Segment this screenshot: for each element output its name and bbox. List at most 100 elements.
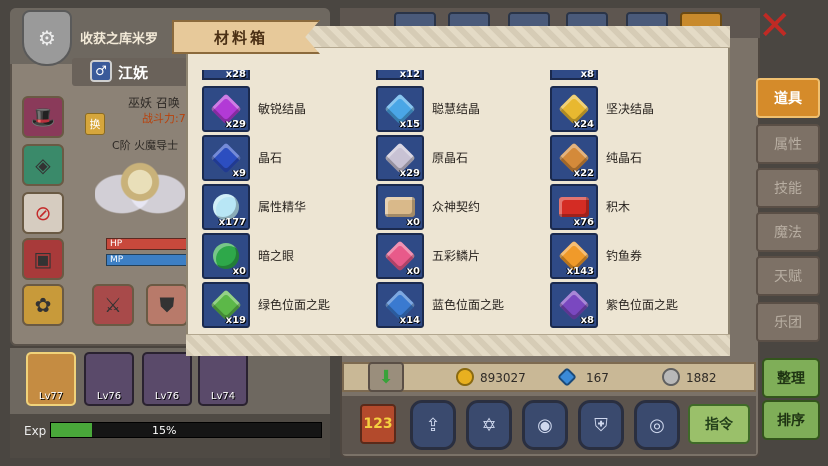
party-member-4[interactable]: Lv74	[198, 352, 248, 406]
partial-item-tile[interactable]: x28	[202, 70, 250, 80]
material-item[interactable]: x9 晶石	[202, 135, 372, 181]
material-item[interactable]: x22 纯晶石	[550, 135, 720, 181]
material-item[interactable]: x0 众神契约	[376, 184, 546, 230]
exp-bar-fill	[51, 423, 92, 437]
flower-slot-icon[interactable]: ✿	[22, 284, 64, 326]
organize-button[interactable]: 整理	[762, 358, 820, 398]
material-box-title: 材料箱	[214, 29, 269, 47]
party-member-1[interactable]: Lv77	[26, 352, 76, 406]
item-count: x29	[225, 119, 246, 130]
item-count: x8	[580, 70, 594, 80]
party-member-3[interactable]: Lv76	[142, 352, 192, 406]
blue-key-icon: x14	[376, 282, 424, 328]
material-item[interactable]: x29 原晶石	[376, 135, 546, 181]
diamond-amount: 167	[586, 371, 609, 385]
material-item[interactable]: x24 坚决结晶	[550, 86, 720, 132]
tab-items[interactable]: 道具	[756, 78, 820, 118]
close-icon[interactable]: ✕	[758, 6, 792, 46]
pure-ore-icon: x22	[550, 135, 598, 181]
tab-magic[interactable]: 魔法	[756, 212, 820, 252]
tab-skills[interactable]: 技能	[756, 168, 820, 208]
tab-talent[interactable]: 天赋	[756, 256, 820, 296]
party-level: Lv76	[96, 391, 122, 402]
item-name: 钓鱼券	[606, 249, 643, 263]
item-count: x12	[399, 70, 420, 80]
gold-coin-icon	[456, 368, 474, 386]
upgrade-icon[interactable]: ⇪	[410, 400, 456, 450]
male-icon: ♂	[90, 60, 112, 82]
scroll-icon: x0	[376, 184, 424, 230]
no-item-icon[interactable]: ⊘	[22, 192, 64, 234]
hat-slot-icon[interactable]: 🎩	[22, 96, 64, 138]
item-count: x22	[573, 168, 594, 179]
dialog-bottom-strip	[186, 334, 730, 356]
green-key-icon: x19	[202, 282, 250, 328]
blue-crystal-icon: x15	[376, 86, 424, 132]
item-name: 紫色位面之匙	[606, 298, 679, 312]
partial-item-tile[interactable]: x12	[376, 70, 424, 80]
item-count: x0	[406, 266, 420, 277]
material-item[interactable]: x177 属性精华	[202, 184, 372, 230]
item-name: 暗之眼	[258, 249, 295, 263]
tab-band[interactable]: 乐团	[756, 302, 820, 342]
item-count: x8	[580, 315, 594, 326]
item-name: 蓝色位面之匙	[432, 298, 505, 312]
character-portrait	[95, 150, 185, 230]
download-icon[interactable]: ⬇	[368, 362, 404, 392]
item-name: 属性精华	[258, 200, 307, 214]
weapon-slot-icon[interactable]: ⚔	[92, 284, 134, 326]
number-button[interactable]: 123	[360, 404, 396, 444]
purple-key-icon: x8	[550, 282, 598, 328]
shield-icon[interactable]: ⛨	[578, 400, 624, 450]
ring-icon[interactable]: ◉	[522, 400, 568, 450]
shield-slot-icon[interactable]: ⛊	[146, 284, 188, 326]
item-name: 坚决结晶	[606, 102, 655, 116]
item-count: x0	[232, 266, 246, 277]
item-count: x76	[573, 217, 594, 228]
silver-amount: 1882	[686, 371, 717, 385]
exp-label: Exp	[24, 424, 47, 438]
material-item[interactable]: x15 聪慧结晶	[376, 86, 546, 132]
party-level: Lv74	[210, 391, 236, 402]
item-count: x0	[406, 217, 420, 228]
item-name: 绿色位面之匙	[258, 298, 331, 312]
item-count: x28	[225, 70, 246, 80]
swap-icon[interactable]: 换	[85, 113, 105, 135]
party-level: Lv76	[154, 391, 180, 402]
hp-label: HP	[110, 239, 123, 249]
material-item[interactable]: x19 绿色位面之匙	[202, 282, 372, 328]
amulet-slot-icon[interactable]: ◈	[22, 144, 64, 186]
material-item[interactable]: x0 五彩鳞片	[376, 233, 546, 279]
item-count: x29	[399, 168, 420, 179]
material-item[interactable]: x76 积木	[550, 184, 720, 230]
target-icon[interactable]: ◎	[634, 400, 680, 450]
mp-label: MP	[110, 255, 124, 265]
party-member-2[interactable]: Lv76	[84, 352, 134, 406]
item-count: x9	[232, 168, 246, 179]
material-item[interactable]: x143 钓鱼券	[550, 233, 720, 279]
purple-crystal-icon: x29	[202, 86, 250, 132]
item-name: 晶石	[258, 151, 283, 165]
item-name: 原晶石	[432, 151, 469, 165]
item-name: 聪慧结晶	[432, 102, 481, 116]
material-list[interactable]: x28 x12 x8 x29 敏锐结晶 x15 聪慧结晶 x24 坚决结晶 x9 晶石 x29 原晶石 x…	[196, 70, 720, 332]
armor-slot-icon[interactable]: ▣	[22, 238, 64, 280]
exp-percent: 15%	[152, 424, 177, 437]
item-name: 积木	[606, 200, 631, 214]
partial-item-tile[interactable]: x8	[550, 70, 598, 80]
brick-icon: x76	[550, 184, 598, 230]
raw-ore-icon: x29	[376, 135, 424, 181]
tab-attributes[interactable]: 属性	[756, 124, 820, 164]
material-item[interactable]: x8 紫色位面之匙	[550, 282, 720, 328]
guild-emblem-icon: ⚙	[22, 10, 72, 66]
rainbow-scale-icon: x0	[376, 233, 424, 279]
command-button[interactable]: 指令	[688, 404, 750, 444]
yellow-crystal-icon: x24	[550, 86, 598, 132]
item-name: 纯晶石	[606, 151, 643, 165]
material-item[interactable]: x14 蓝色位面之匙	[376, 282, 546, 328]
character-class: 巫妖 召唤	[128, 96, 180, 110]
pentagram-icon[interactable]: ✡	[466, 400, 512, 450]
material-item[interactable]: x0 暗之眼	[202, 233, 372, 279]
material-item[interactable]: x29 敏锐结晶	[202, 86, 372, 132]
sort-button[interactable]: 排序	[762, 400, 820, 440]
